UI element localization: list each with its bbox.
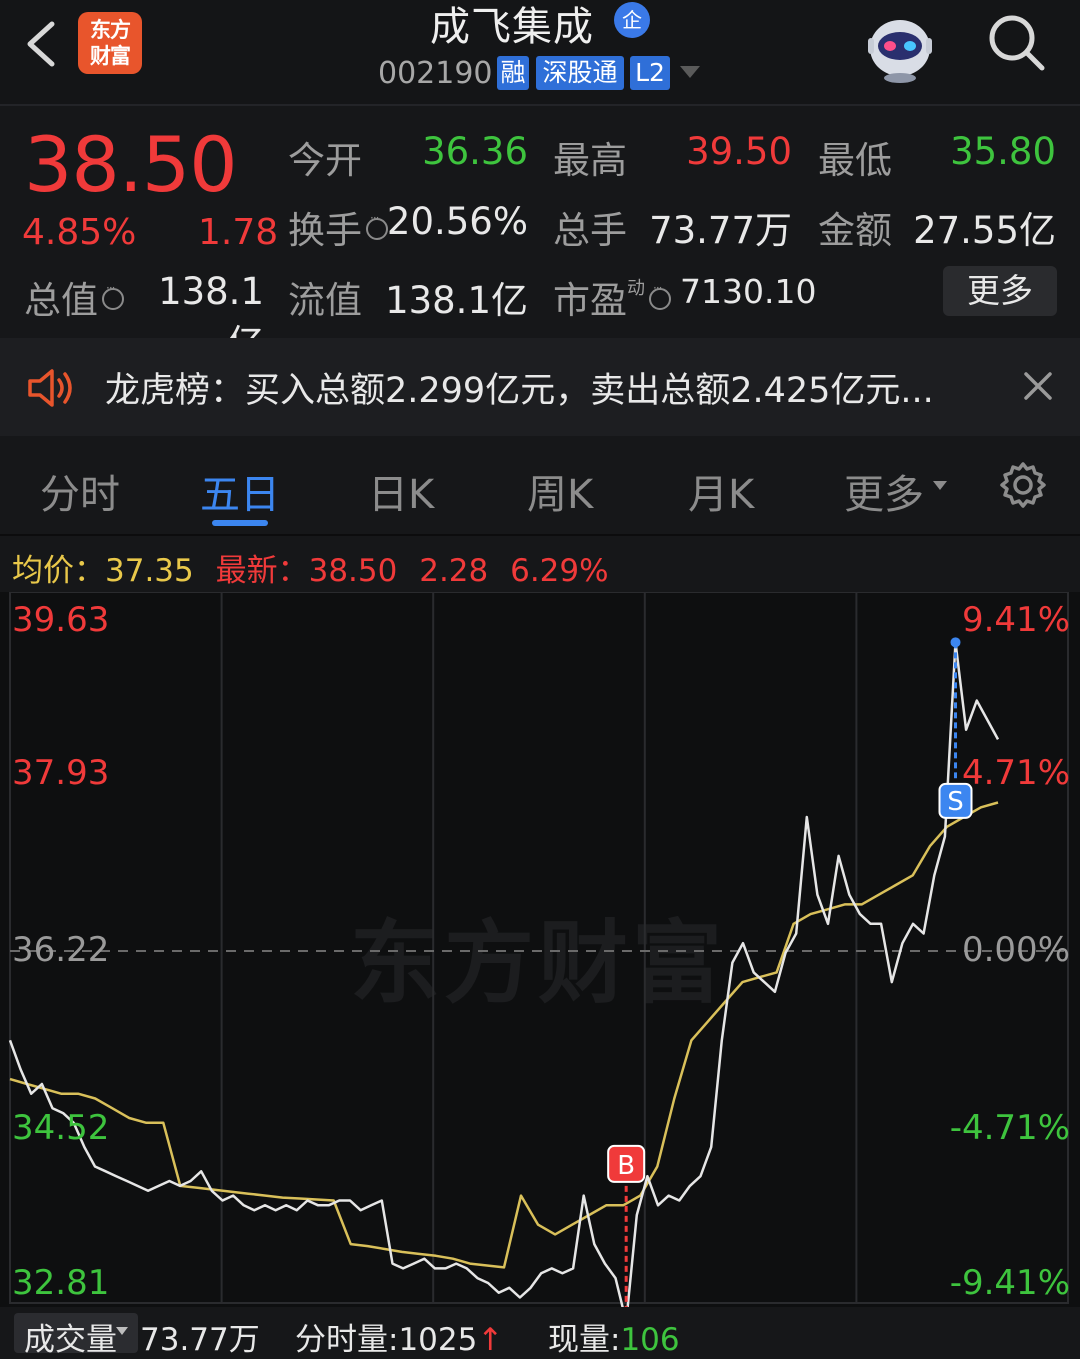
price-line (8, 641, 1000, 1307)
volume-value: 73.77万 (649, 209, 792, 252)
pe-label: 市盈动 (553, 270, 671, 324)
info-icon (649, 281, 671, 310)
tab-daily-k[interactable]: 日K (368, 462, 434, 520)
y-axis-right-label: -9.41% (949, 1263, 1070, 1303)
latest-value: 38.50 (308, 553, 398, 589)
turnover-value: 20.56% (386, 200, 528, 243)
float-cap-value: 138.1亿 (385, 279, 528, 322)
avg-price-label: 均价： (12, 553, 105, 589)
close-icon[interactable] (1018, 366, 1058, 406)
latest-change: 2.28 (419, 553, 489, 589)
y-axis-left-label: 39.63 (12, 600, 110, 640)
level2-tag: L2 (630, 56, 670, 90)
tab-monthly-k[interactable]: 月K (688, 462, 754, 520)
dragon-tiger-notice[interactable]: 龙虎榜：买入总额2.299亿元，卖出总额2.425亿元... (0, 338, 1080, 436)
sell-point (950, 637, 961, 648)
chart-frame (9, 592, 1069, 1304)
info-icon (102, 281, 124, 310)
avg-price-value: 37.35 (105, 553, 194, 589)
tab-more[interactable]: 更多 (844, 462, 924, 520)
amount-value: 27.55亿 (913, 209, 1056, 252)
shenzhen-connect-tag: 深股通 (536, 56, 624, 90)
caret-down-icon (933, 481, 947, 490)
current-volume: 现量:106 (548, 1322, 680, 1358)
caret-down-icon (116, 1327, 128, 1335)
y-axis-right-label: 0.00% (961, 930, 1070, 970)
high-label: 最高 (553, 139, 627, 182)
margin-trading-tag: 融 (497, 56, 529, 90)
chart-summary: 均价：37.35 最新：38.50 2.28 6.29% (12, 545, 621, 590)
search-icon[interactable] (984, 10, 1050, 76)
change-amount: 1.78 (198, 212, 279, 253)
latest-pct: 6.29% (510, 553, 609, 589)
avg-price-line (9, 801, 999, 1269)
high-value: 39.50 (686, 130, 792, 173)
turnover-label: 换手 (288, 200, 388, 254)
y-axis-left-label: 36.22 (12, 930, 110, 970)
indicator-selector-label: 成交量 (24, 1322, 117, 1358)
buy-marker-label: B (617, 1151, 635, 1181)
stock-name: 成飞集成 (430, 4, 594, 50)
gear-icon[interactable] (998, 460, 1048, 510)
chevron-down-icon[interactable] (680, 66, 700, 78)
last-price: 38.50 (24, 120, 238, 209)
active-tab-indicator (212, 520, 268, 526)
stock-code: 002190 (378, 56, 493, 91)
minute-volume: 分时量:1025↑ (295, 1322, 504, 1358)
speaker-icon (28, 369, 72, 407)
total-volume: 73.77万 (140, 1322, 260, 1358)
app-logo[interactable]: 东方 财富 (78, 12, 142, 74)
open-label: 今开 (288, 139, 362, 182)
y-axis-left-label: 34.52 (12, 1108, 110, 1148)
robot-assistant-icon[interactable] (860, 8, 940, 84)
low-label: 最低 (818, 139, 892, 182)
pe-value: 7130.10 (680, 272, 817, 311)
y-axis-right-label: 9.41% (961, 600, 1070, 640)
notice-text: 龙虎榜：买入总额2.299亿元，卖出总额2.425亿元... (105, 371, 934, 411)
enterprise-badge-icon: 企 (614, 2, 650, 38)
y-axis-right-label: -4.71% (949, 1108, 1070, 1148)
market-cap-label: 总值 (24, 270, 124, 324)
y-axis-right-label: 4.71% (961, 753, 1070, 793)
tab-intraday[interactable]: 分时 (40, 462, 120, 520)
open-value: 36.36 (422, 130, 528, 173)
tab-weekly-k[interactable]: 周K (527, 462, 593, 520)
y-axis-left-label: 32.81 (12, 1263, 110, 1303)
tab-five-day[interactable]: 五日 (200, 462, 280, 520)
volume-label: 总手 (553, 209, 627, 252)
more-quote-button[interactable]: 更多 (943, 266, 1057, 316)
amount-label: 金额 (818, 209, 892, 252)
low-value: 35.80 (950, 130, 1056, 173)
back-arrow-icon[interactable] (20, 14, 64, 74)
price-chart-svg: BS (8, 592, 1069, 1307)
latest-label: 最新： (215, 553, 309, 589)
y-axis-left-label: 37.93 (12, 753, 110, 793)
float-cap-label: 流值 (288, 279, 362, 322)
change-percent: 4.85% (22, 212, 137, 253)
